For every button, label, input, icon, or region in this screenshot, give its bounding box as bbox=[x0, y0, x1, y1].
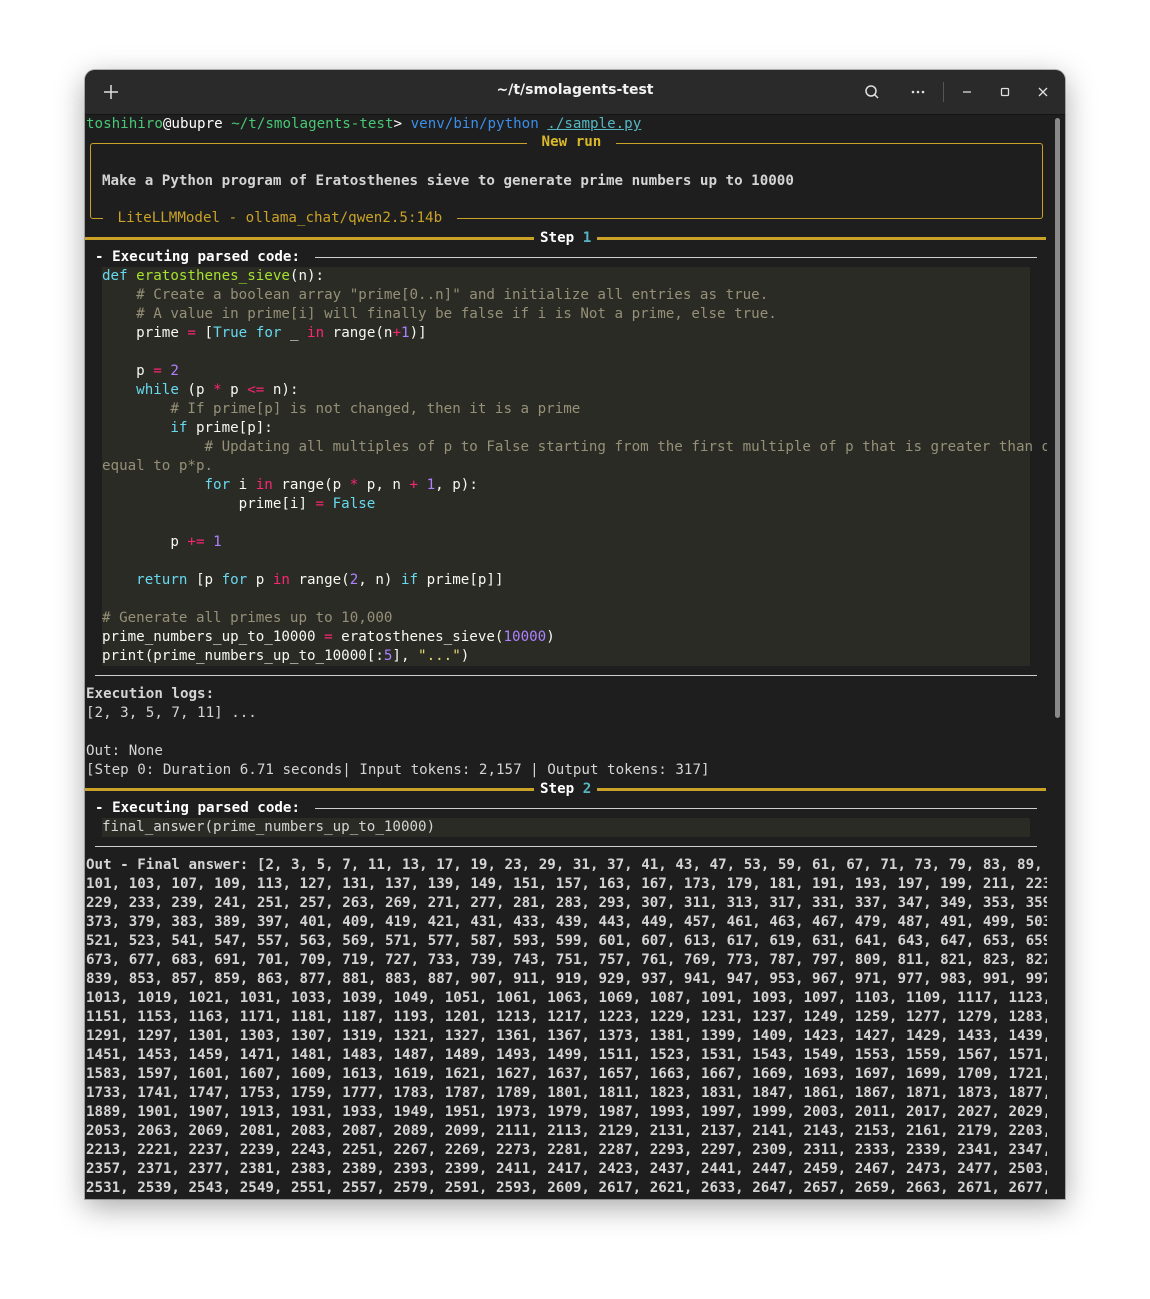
minimize-button[interactable] bbox=[953, 79, 981, 105]
execution-logs-header: Execution logs: bbox=[86, 686, 215, 702]
final-answer-line: 1733, 1741, 1747, 1753, 1759, 1777, 1783… bbox=[86, 1085, 1047, 1101]
code-line: prime = [True for _ in range(n+1)] bbox=[102, 325, 427, 341]
final-answer-line: 1583, 1597, 1601, 1607, 1609, 1613, 1619… bbox=[86, 1066, 1047, 1082]
final-answer-line: 1889, 1901, 1907, 1913, 1931, 1933, 1949… bbox=[86, 1104, 1047, 1120]
close-icon bbox=[1029, 79, 1057, 105]
code-line: print(prime_numbers_up_to_10000[:5], "..… bbox=[102, 648, 470, 664]
prompt-command: venv/bin/python bbox=[410, 116, 539, 132]
shell-prompt: toshihiro@ubupre ~/t/smolagents-test> ve… bbox=[86, 115, 641, 134]
prompt-user: toshihiro bbox=[86, 116, 163, 132]
code-line: # Create a boolean array "prime[0..n]" a… bbox=[102, 287, 769, 303]
step-2-label: Step 2 bbox=[534, 780, 598, 799]
search-icon bbox=[858, 79, 886, 105]
final-answer-line: 1291, 1297, 1301, 1303, 1307, 1319, 1321… bbox=[86, 1028, 1047, 1044]
code-line: # Generate all primes up to 10,000 bbox=[102, 610, 393, 626]
search-button[interactable] bbox=[858, 79, 886, 105]
final-answer-line: 839, 853, 857, 859, 863, 877, 881, 883, … bbox=[86, 971, 1047, 987]
code-line: for i in range(p * p, n + 1, p): bbox=[204, 477, 478, 493]
code-line: p += 1 bbox=[102, 534, 222, 550]
final-answer-line: 229, 233, 239, 241, 251, 257, 263, 269, … bbox=[86, 895, 1047, 911]
scrollbar-thumb[interactable] bbox=[1055, 118, 1060, 718]
titlebar-separator bbox=[943, 82, 944, 102]
terminal-window: ~/t/smolagents-test toshihiro@ubupre ~/t… bbox=[85, 70, 1065, 1199]
title-bar: ~/t/smolagents-test bbox=[85, 70, 1065, 115]
final-answer-line: 2531, 2539, 2543, 2549, 2551, 2557, 2579… bbox=[86, 1180, 1047, 1196]
step-1-section-title: - Executing parsed code: bbox=[95, 248, 315, 267]
menu-button[interactable] bbox=[904, 79, 932, 105]
final-answer-line: 2053, 2063, 2069, 2081, 2083, 2087, 2089… bbox=[86, 1123, 1047, 1139]
code-line-2-0: final_answer(prime_numbers_up_to_10000) bbox=[102, 819, 436, 835]
code-line: if prime[p]: bbox=[170, 420, 273, 436]
model-label: LiteLLMModel - ollama_chat/qwen2.5:14b bbox=[103, 209, 457, 228]
step-1-code-end-rule bbox=[95, 675, 1037, 676]
prompt-argument: ./sample.py bbox=[547, 116, 642, 132]
task-text: Make a Python program of Eratosthenes si… bbox=[102, 173, 794, 189]
code-line: p = 2 bbox=[102, 363, 179, 379]
final-answer-line: 2213, 2221, 2237, 2239, 2243, 2251, 2267… bbox=[86, 1142, 1047, 1158]
execution-logs-output: [2, 3, 5, 7, 11] ... bbox=[86, 705, 257, 721]
close-button[interactable] bbox=[1029, 79, 1057, 105]
code-line: prime[i] = False bbox=[102, 496, 376, 512]
prompt-symbol: > bbox=[393, 116, 411, 132]
code-line: # A value in prime[i] will finally be fa… bbox=[102, 306, 777, 322]
code-line: equal to p*p. bbox=[102, 458, 214, 474]
final-answer-line: 1151, 1153, 1163, 1171, 1181, 1187, 1193… bbox=[86, 1009, 1047, 1025]
prompt-cwd: ~/t/smolagents-test bbox=[222, 116, 394, 132]
new-run-header: New run bbox=[527, 133, 616, 152]
final-answer-line: 1013, 1019, 1021, 1031, 1033, 1039, 1049… bbox=[86, 990, 1047, 1006]
step-2-section-title: - Executing parsed code: bbox=[95, 799, 315, 818]
final-answer-line: 521, 523, 541, 547, 557, 563, 569, 571, … bbox=[86, 933, 1047, 949]
code-line: while (p * p <= n): bbox=[136, 382, 299, 398]
code-line: def eratosthenes_sieve(n): bbox=[102, 268, 325, 284]
code-line: # Updating all multiples of p to False s… bbox=[102, 439, 1047, 455]
maximize-icon bbox=[991, 79, 1019, 105]
more-icon bbox=[904, 79, 932, 105]
final-answer-line: 373, 379, 383, 389, 397, 401, 409, 419, … bbox=[86, 914, 1047, 930]
code-line: # If prime[p] is not changed, then it is… bbox=[102, 401, 581, 417]
code-line: prime_numbers_up_to_10000 = eratosthenes… bbox=[102, 629, 555, 645]
final-answer-line: 673, 677, 683, 691, 701, 709, 719, 727, … bbox=[86, 952, 1047, 968]
step-2-code-end-rule bbox=[95, 846, 1037, 847]
final-answer-line: 101, 103, 107, 109, 113, 127, 131, 137, … bbox=[86, 876, 1047, 892]
final-answer-line: 1451, 1453, 1459, 1471, 1481, 1483, 1487… bbox=[86, 1047, 1047, 1063]
code-line: return [p for p in range(2, n) if prime[… bbox=[136, 572, 504, 588]
maximize-button[interactable] bbox=[991, 79, 1019, 105]
final-answer-line: Out - Final answer: [2, 3, 5, 7, 11, 13,… bbox=[86, 857, 1047, 873]
step-1-stats: [Step 0: Duration 6.71 seconds| Input to… bbox=[86, 762, 710, 778]
terminal-content[interactable]: toshihiro@ubupre ~/t/smolagents-test> ve… bbox=[85, 115, 1047, 1199]
final-answer-line: 2357, 2371, 2377, 2381, 2383, 2389, 2393… bbox=[86, 1161, 1047, 1177]
execution-out: Out: None bbox=[86, 743, 163, 759]
step-1-label: Step 1 bbox=[534, 229, 598, 248]
prompt-host: ubupre bbox=[171, 116, 223, 132]
minimize-icon bbox=[953, 79, 981, 105]
